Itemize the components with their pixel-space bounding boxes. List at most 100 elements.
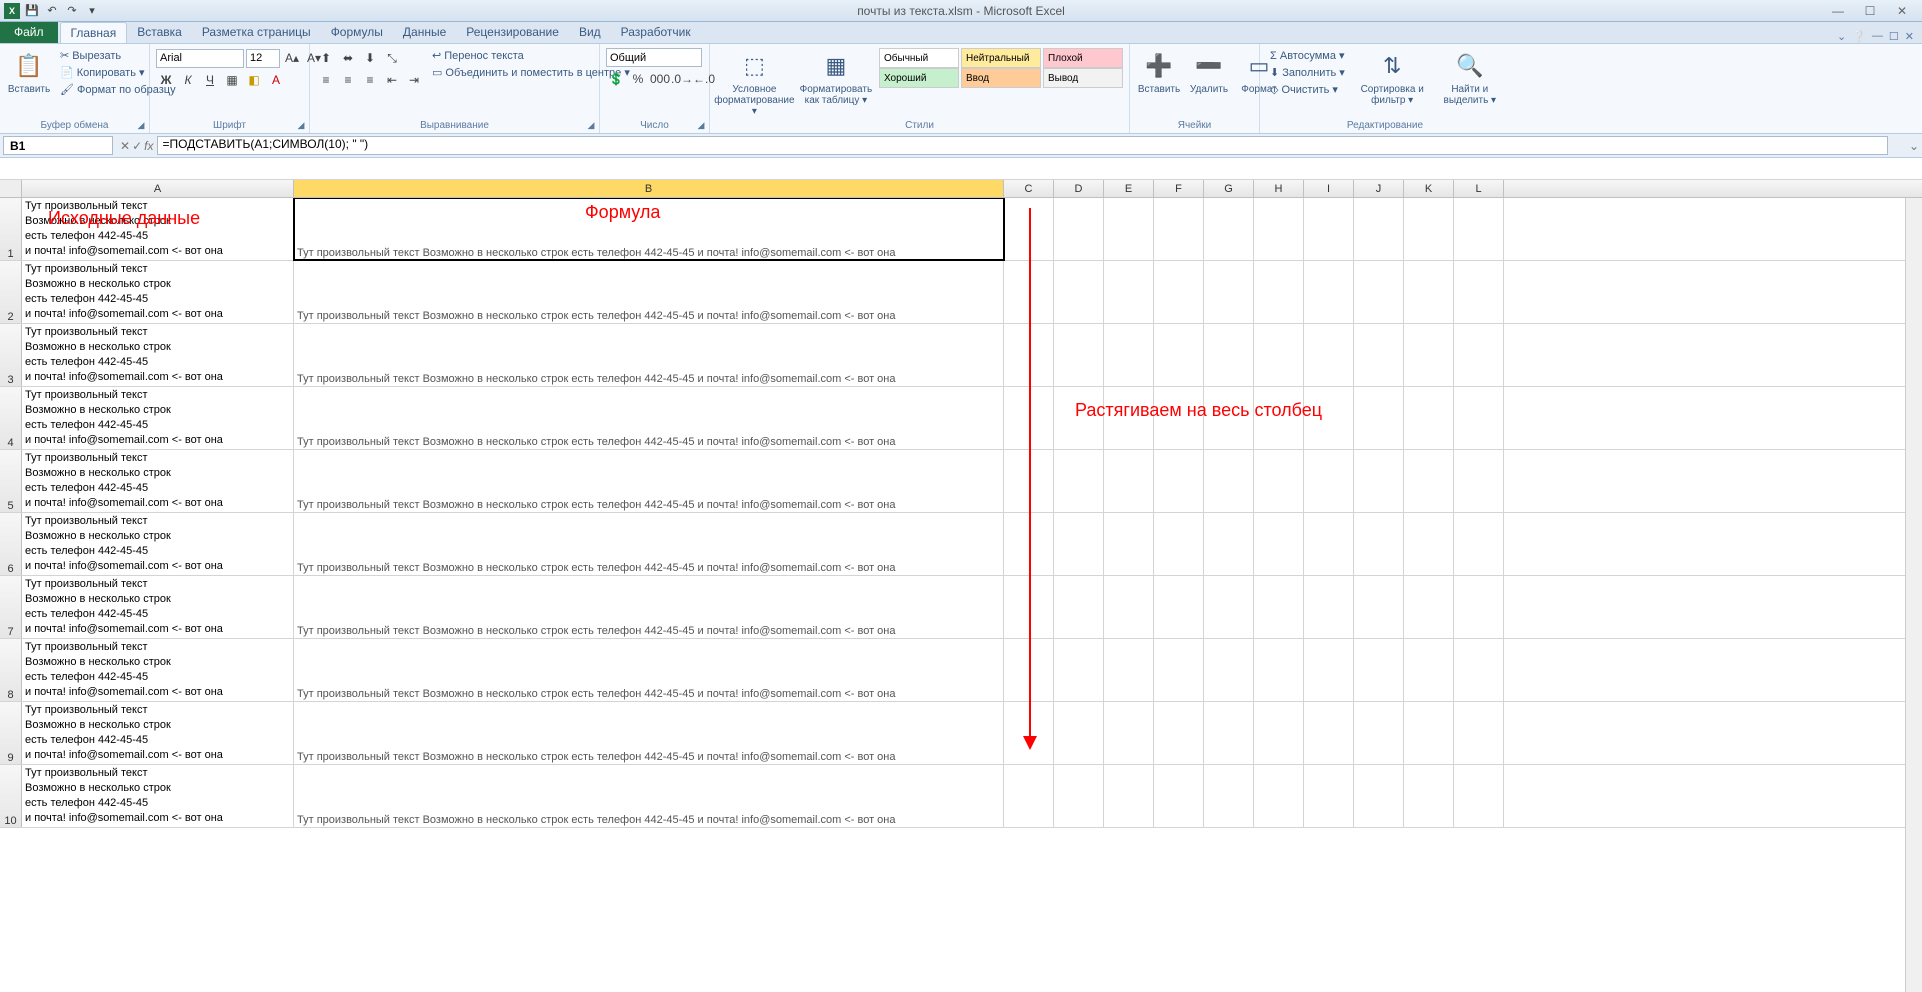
cell-I7[interactable] [1304, 576, 1354, 638]
cell-B10[interactable]: Тут произвольный текст Возможно в нескол… [294, 765, 1004, 827]
row-header-1[interactable]: 1 [0, 198, 22, 260]
cell-E8[interactable] [1104, 639, 1154, 701]
cell-D8[interactable] [1054, 639, 1104, 701]
ribbon-tab-разметка страницы[interactable]: Разметка страницы [192, 22, 321, 43]
cell-F5[interactable] [1154, 450, 1204, 512]
increase-font-icon[interactable]: A▴ [282, 48, 302, 68]
cell-G9[interactable] [1204, 702, 1254, 764]
cell-J4[interactable] [1354, 387, 1404, 449]
workbook-minimize-icon[interactable]: — [1872, 30, 1883, 43]
cell-F8[interactable] [1154, 639, 1204, 701]
cell-I5[interactable] [1304, 450, 1354, 512]
cell-H6[interactable] [1254, 513, 1304, 575]
name-box[interactable]: B1 [3, 136, 113, 155]
clear-button[interactable]: ◇Очистить ▾ [1266, 82, 1349, 97]
cell-C7[interactable] [1004, 576, 1054, 638]
cell-E1[interactable] [1104, 198, 1154, 260]
cell-A6[interactable]: Тут произвольный текст Возможно в нескол… [22, 513, 294, 575]
cell-D1[interactable] [1054, 198, 1104, 260]
cell-F1[interactable] [1154, 198, 1204, 260]
cell-C8[interactable] [1004, 639, 1054, 701]
align-left-icon[interactable]: ≡ [316, 70, 336, 90]
cell-F4[interactable] [1154, 387, 1204, 449]
cell-D7[interactable] [1054, 576, 1104, 638]
cell-style-нейтральный[interactable]: Нейтральный [961, 48, 1041, 68]
conditional-formatting-button[interactable]: ⬚ Условное форматирование ▾ [716, 48, 793, 119]
cell-style-вывод[interactable]: Вывод [1043, 68, 1123, 88]
cancel-formula-icon[interactable]: ✕ [120, 139, 130, 153]
increase-decimal-icon[interactable]: .0→ [672, 69, 692, 89]
ribbon-tab-данные[interactable]: Данные [393, 22, 456, 43]
formula-bar-expand-icon[interactable]: ⌄ [1906, 139, 1922, 153]
ribbon-minimize-icon[interactable]: ⌄ [1837, 30, 1846, 43]
cell-L6[interactable] [1454, 513, 1504, 575]
column-header-E[interactable]: E [1104, 180, 1154, 197]
bold-button[interactable]: Ж [156, 70, 176, 90]
enter-formula-icon[interactable]: ✓ [132, 139, 142, 153]
cell-style-плохой[interactable]: Плохой [1043, 48, 1123, 68]
cell-H5[interactable] [1254, 450, 1304, 512]
insert-cells-button[interactable]: ➕Вставить [1136, 48, 1182, 97]
font-color-button[interactable]: A [266, 70, 286, 90]
cell-L4[interactable] [1454, 387, 1504, 449]
cell-G7[interactable] [1204, 576, 1254, 638]
cell-C2[interactable] [1004, 261, 1054, 323]
cell-E10[interactable] [1104, 765, 1154, 827]
cell-H4[interactable] [1254, 387, 1304, 449]
cell-H7[interactable] [1254, 576, 1304, 638]
cell-J5[interactable] [1354, 450, 1404, 512]
cell-C4[interactable] [1004, 387, 1054, 449]
cell-I10[interactable] [1304, 765, 1354, 827]
underline-button[interactable]: Ч [200, 70, 220, 90]
cell-E5[interactable] [1104, 450, 1154, 512]
cell-D10[interactable] [1054, 765, 1104, 827]
cell-L3[interactable] [1454, 324, 1504, 386]
column-header-B[interactable]: B [294, 180, 1004, 197]
clipboard-dialog-launcher[interactable]: ◢ [135, 119, 147, 131]
cell-I9[interactable] [1304, 702, 1354, 764]
column-header-A[interactable]: A [22, 180, 294, 197]
cell-B5[interactable]: Тут произвольный текст Возможно в нескол… [294, 450, 1004, 512]
paste-button[interactable]: 📋 Вставить [6, 48, 52, 97]
increase-indent-icon[interactable]: ⇥ [404, 70, 424, 90]
align-middle-icon[interactable]: ⬌ [338, 48, 358, 68]
cell-J1[interactable] [1354, 198, 1404, 260]
cell-I6[interactable] [1304, 513, 1354, 575]
cell-A3[interactable]: Тут произвольный текст Возможно в нескол… [22, 324, 294, 386]
cell-A2[interactable]: Тут произвольный текст Возможно в нескол… [22, 261, 294, 323]
column-header-C[interactable]: C [1004, 180, 1054, 197]
cell-F7[interactable] [1154, 576, 1204, 638]
row-header-9[interactable]: 9 [0, 702, 22, 764]
cell-H8[interactable] [1254, 639, 1304, 701]
font-size-select[interactable] [246, 49, 280, 68]
cell-J6[interactable] [1354, 513, 1404, 575]
cell-B1[interactable]: Тут произвольный текст Возможно в нескол… [294, 198, 1004, 260]
row-header-3[interactable]: 3 [0, 324, 22, 386]
cell-L9[interactable] [1454, 702, 1504, 764]
formula-input[interactable]: =ПОДСТАВИТЬ(A1;СИМВОЛ(10); " ") [157, 136, 1888, 155]
qat-save-icon[interactable]: 💾 [24, 3, 40, 19]
cell-B7[interactable]: Тут произвольный текст Возможно в нескол… [294, 576, 1004, 638]
cell-B4[interactable]: Тут произвольный текст Возможно в нескол… [294, 387, 1004, 449]
cell-A1[interactable]: Тут произвольный текст Возможно в нескол… [22, 198, 294, 260]
cell-B6[interactable]: Тут произвольный текст Возможно в нескол… [294, 513, 1004, 575]
column-header-H[interactable]: H [1254, 180, 1304, 197]
vertical-scrollbar[interactable] [1905, 198, 1922, 992]
maximize-button[interactable]: ☐ [1856, 4, 1884, 18]
row-header-5[interactable]: 5 [0, 450, 22, 512]
cell-G5[interactable] [1204, 450, 1254, 512]
cell-L10[interactable] [1454, 765, 1504, 827]
ribbon-tab-главная[interactable]: Главная [60, 22, 128, 43]
cell-F6[interactable] [1154, 513, 1204, 575]
cell-I1[interactable] [1304, 198, 1354, 260]
cell-A5[interactable]: Тут произвольный текст Возможно в нескол… [22, 450, 294, 512]
cell-D6[interactable] [1054, 513, 1104, 575]
ribbon-tab-рецензирование[interactable]: Рецензирование [456, 22, 569, 43]
cell-K5[interactable] [1404, 450, 1454, 512]
cell-D4[interactable] [1054, 387, 1104, 449]
comma-icon[interactable]: 000 [650, 69, 670, 89]
cell-H3[interactable] [1254, 324, 1304, 386]
ribbon-tab-формулы[interactable]: Формулы [321, 22, 393, 43]
alignment-dialog-launcher[interactable]: ◢ [585, 119, 597, 131]
cell-style-хороший[interactable]: Хороший [879, 68, 959, 88]
